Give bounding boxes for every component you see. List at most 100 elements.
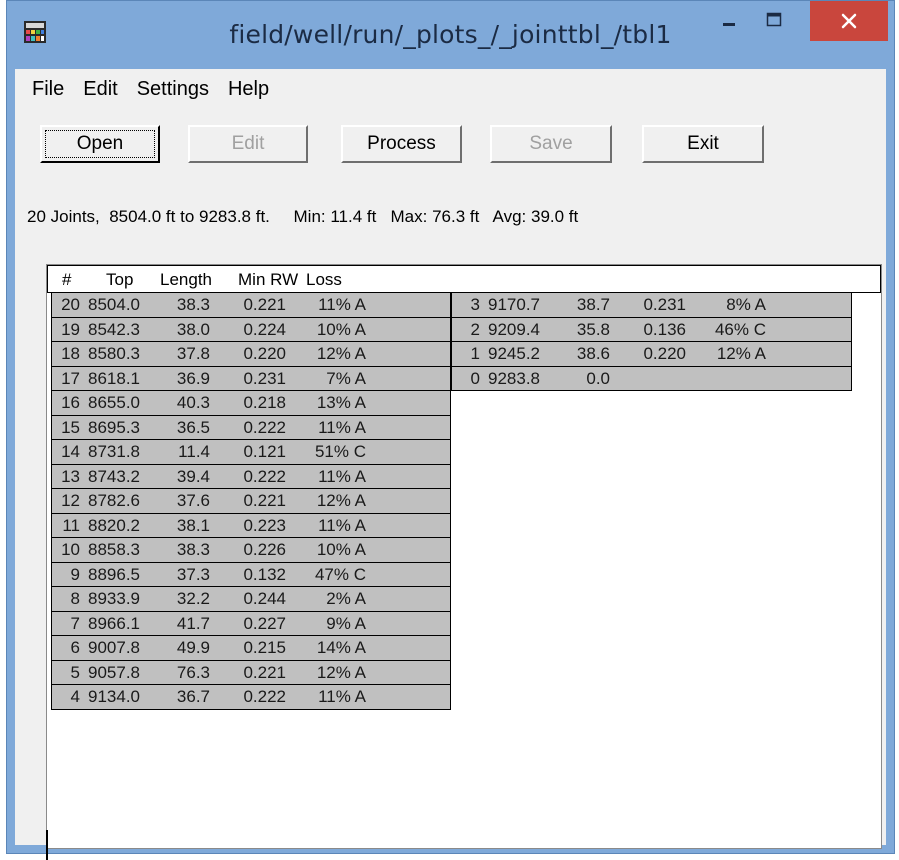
cell-number: 12 — [61, 491, 80, 510]
cell-loss: 10% A — [316, 319, 366, 339]
cell-loss: 51% C — [314, 442, 366, 461]
cell-length: 0.0 — [586, 368, 610, 388]
cell-length: 37.3 — [176, 564, 210, 584]
table-row[interactable]: 14 8731.8 11.4 0.121 51% C — [51, 440, 451, 465]
header-loss: Loss — [306, 270, 342, 289]
joint-column-right: 3 9170.7 38.7 0.231 8% A 2 9209.4 35.8 0.136 46% … — [451, 293, 852, 391]
cell-min-rw: 0.223 — [243, 515, 286, 535]
table-row[interactable]: 8 8933.9 32.2 0.244 2% A — [51, 587, 451, 612]
cell-loss: 14% A — [316, 638, 366, 657]
cell-number: 20 — [61, 295, 80, 314]
close-button[interactable] — [810, 1, 888, 41]
menu-bar: File Edit Settings Help — [15, 69, 886, 109]
menu-file[interactable]: File — [32, 78, 64, 101]
maximize-button[interactable] — [752, 1, 796, 39]
cell-top: 8743.2 — [88, 466, 140, 486]
cell-loss: 46% C — [714, 319, 766, 339]
cell-top: 9209.4 — [488, 319, 540, 339]
cell-top: 8542.3 — [88, 319, 140, 339]
cell-min-rw: 0.244 — [243, 589, 286, 608]
cell-number: 8 — [70, 589, 80, 608]
cell-min-rw: 0.226 — [243, 540, 286, 559]
maximize-icon — [766, 12, 782, 27]
minimize-button[interactable] — [707, 1, 751, 39]
cell-length: 11.4 — [178, 442, 210, 461]
table-header: # Top Length Min RW Loss — [47, 265, 881, 293]
cell-number: 10 — [61, 540, 80, 559]
cell-length: 40.3 — [176, 393, 210, 412]
table-row[interactable]: 5 9057.8 76.3 0.221 12% A — [51, 660, 451, 685]
cell-number: 1 — [470, 344, 480, 363]
cell-number: 5 — [70, 662, 80, 682]
table-row[interactable]: 13 8743.2 39.4 0.222 11% A — [51, 464, 451, 489]
process-button[interactable]: Process — [341, 125, 462, 163]
cell-length: 35.8 — [576, 319, 610, 339]
table-row[interactable]: 6 9007.8 49.9 0.215 14% A — [51, 636, 451, 661]
cell-top: 9245.2 — [488, 344, 540, 363]
cell-top: 8580.3 — [88, 344, 140, 363]
cell-top: 9057.8 — [88, 662, 140, 682]
cell-number: 3 — [470, 295, 480, 314]
cell-loss: 11% A — [318, 466, 366, 486]
menu-settings[interactable]: Settings — [137, 78, 209, 101]
table-row[interactable]: 9 8896.5 37.3 0.132 47% C — [51, 562, 451, 587]
menu-edit[interactable]: Edit — [83, 78, 117, 101]
header-min-rw: Min RW — [238, 270, 299, 289]
table-row[interactable]: 15 8695.3 36.5 0.222 11% A — [51, 415, 451, 440]
cell-loss: 13% A — [316, 393, 366, 412]
cell-top: 8655.0 — [88, 393, 140, 412]
menu-help[interactable]: Help — [228, 78, 269, 101]
toolbar: Open Edit Process Save Exit — [15, 113, 886, 163]
cell-top: 8782.6 — [88, 491, 140, 510]
table-row[interactable]: 1 9245.2 38.6 0.220 12% A — [451, 342, 852, 367]
cell-loss: 12% A — [316, 662, 366, 682]
cell-min-rw: 0.222 — [243, 466, 286, 486]
cell-loss: 12% A — [716, 344, 766, 363]
title-bar[interactable]: field/well/run/_plots_/_jointtbl_/tbl1 — [7, 1, 894, 69]
cell-loss: 10% A — [316, 540, 366, 559]
cell-loss: 47% C — [314, 564, 366, 584]
open-button[interactable]: Open — [40, 125, 160, 163]
table-row[interactable]: 20 8504.0 38.3 0.221 11% A — [51, 293, 451, 318]
joint-table[interactable]: # Top Length Min RW Loss 20 8504.0 38.3 0.2… — [46, 264, 882, 860]
scroll-indicator — [46, 830, 48, 860]
cell-min-rw: 0.231 — [243, 368, 286, 388]
cell-min-rw: 0.132 — [243, 564, 286, 584]
save-button[interactable]: Save — [490, 125, 612, 163]
cell-number: 19 — [61, 319, 80, 339]
cell-top: 9007.8 — [88, 638, 140, 657]
table-row[interactable]: 18 8580.3 37.8 0.220 12% A — [51, 342, 451, 367]
table-row[interactable]: 11 8820.2 38.1 0.223 11% A — [51, 513, 451, 538]
minimize-icon — [723, 23, 735, 26]
cell-top: 8858.3 — [88, 540, 140, 559]
cell-loss: 11% A — [318, 295, 366, 314]
cell-number: 2 — [470, 319, 480, 339]
table-row[interactable]: 2 9209.4 35.8 0.136 46% C — [451, 317, 852, 342]
cell-loss: 12% A — [316, 491, 366, 510]
table-row[interactable]: 3 9170.7 38.7 0.231 8% A — [451, 293, 852, 318]
table-row[interactable]: 7 8966.1 41.7 0.227 9% A — [51, 611, 451, 636]
cell-length: 38.3 — [176, 295, 210, 314]
table-row[interactable]: 0 9283.8 0.0 — [451, 366, 852, 391]
table-row[interactable]: 19 8542.3 38.0 0.224 10% A — [51, 317, 451, 342]
table-row[interactable]: 16 8655.0 40.3 0.218 13% A — [51, 391, 451, 416]
table-row[interactable]: 10 8858.3 38.3 0.226 10% A — [51, 538, 451, 563]
cell-number: 17 — [61, 368, 80, 388]
table-row[interactable]: 4 9134.0 36.7 0.222 11% A — [51, 685, 451, 710]
cell-loss: 8% A — [726, 295, 766, 314]
cell-length: 36.9 — [176, 368, 210, 388]
table-row[interactable]: 12 8782.6 37.6 0.221 12% A — [51, 489, 451, 514]
cell-loss: 9% A — [326, 613, 366, 633]
cell-number: 7 — [70, 613, 80, 633]
cell-top: 8896.5 — [88, 564, 140, 584]
table-row[interactable]: 17 8618.1 36.9 0.231 7% A — [51, 366, 451, 391]
cell-top: 8618.1 — [88, 368, 140, 388]
cell-min-rw: 0.121 — [243, 442, 286, 461]
exit-button[interactable]: Exit — [642, 125, 764, 163]
cell-min-rw: 0.215 — [243, 638, 286, 657]
edit-button[interactable]: Edit — [188, 125, 308, 163]
cell-top: 9170.7 — [488, 295, 540, 314]
cell-length: 76.3 — [176, 662, 210, 682]
cell-top: 8966.1 — [88, 613, 140, 633]
joint-column-left: 20 8504.0 38.3 0.221 11% A 19 8542.3 38.0 0.224 1… — [51, 293, 451, 710]
